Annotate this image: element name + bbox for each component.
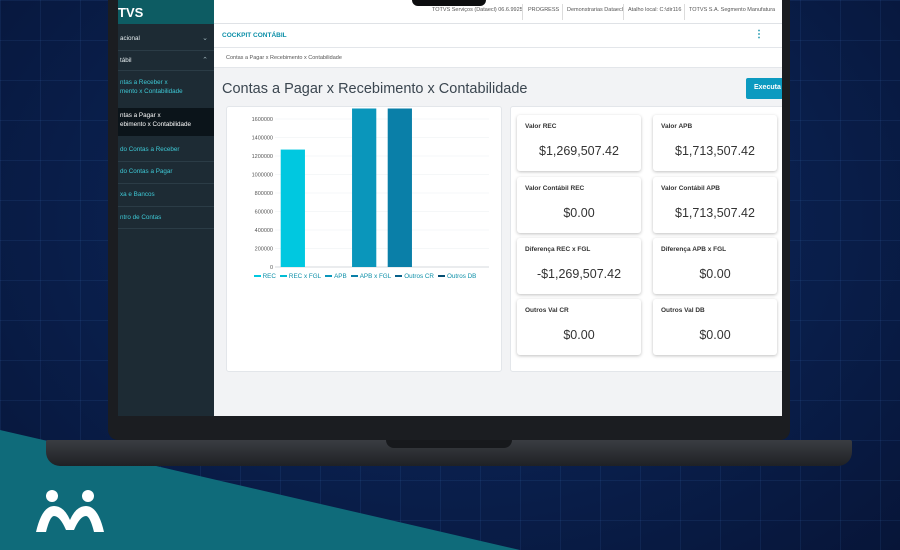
legend-item[interactable]: REC x FGL <box>279 273 321 280</box>
sidebar-item-contas-pagar[interactable]: ntas a Pagar x ebimento x Contabilidade <box>118 108 214 136</box>
metric-card: Valor Contábil REC $0.00 <box>517 177 641 233</box>
metric-label: Valor REC <box>525 123 557 130</box>
metric-value: $1,269,507.42 <box>539 144 619 158</box>
metric-label: Valor Contábil REC <box>525 185 585 192</box>
y-tick-label: 1000000 <box>252 173 273 179</box>
sidebar-item-operacional[interactable]: acional ⌄ <box>118 34 214 43</box>
metric-label: Diferença APB x FGL <box>661 246 727 253</box>
metric-label: Outros Val CR <box>525 307 569 314</box>
metric-value: -$1,269,507.42 <box>536 267 622 281</box>
metric-label: Outros Val DB <box>661 307 705 314</box>
status-shortcut: Atalho local: C:\dir116 <box>628 7 682 13</box>
y-tick-label: 1600000 <box>252 117 273 123</box>
sidebar: acional ⌄ tábil ⌃ ntas a Receber x mento… <box>118 24 214 416</box>
bar-rec[interactable] <box>280 149 305 267</box>
metric-card: Outros Val DB $0.00 <box>653 299 777 355</box>
metric-value: $0.00 <box>699 328 731 342</box>
sidebar-item-contas-receber[interactable]: ntas a Receber x mento x Contabilidade <box>118 78 214 106</box>
status-company: TOTVS Serviços (Dataecl) 06.6.9925 <box>432 7 523 13</box>
status-progress: PROGRESS <box>528 7 560 13</box>
chevron-down-icon: ⌄ <box>202 35 208 42</box>
sidebar-item-saldo-receber[interactable]: do Contas a Receber <box>118 145 214 154</box>
page-title: Contas a Pagar x Recebimento x Contabili… <box>222 81 528 97</box>
y-tick-label: 1400000 <box>252 136 273 142</box>
legend-item[interactable]: APB <box>325 273 347 280</box>
sidebar-item-saldo-pagar[interactable]: do Contas a Pagar <box>118 167 214 176</box>
breadcrumb-bar: Contas a Pagar x Recebimento x Contabili… <box>214 48 782 68</box>
legend-item[interactable]: Outros DB <box>437 273 476 280</box>
brand-logo-icon <box>36 490 104 532</box>
cockpit-title: COCKPIT CONTÁBIL <box>222 32 287 39</box>
y-tick-label: 1200000 <box>252 154 273 160</box>
y-tick-label: 200000 <box>255 247 273 253</box>
metric-card: Valor APB $1,713,507.42 <box>653 115 777 171</box>
webcam-notch <box>412 0 486 6</box>
cockpit-bar: COCKPIT CONTÁBIL ⋮ <box>214 24 782 48</box>
legend-item[interactable]: APB x FGL <box>350 273 391 280</box>
bar-apb[interactable] <box>352 108 377 267</box>
metric-card: Diferença APB x FGL $0.00 <box>653 238 777 294</box>
metric-value: $0.00 <box>563 206 595 220</box>
y-tick-label: 600000 <box>255 210 273 216</box>
y-tick-label: 0 <box>270 265 273 271</box>
execute-button[interactable]: Executa <box>746 78 782 99</box>
metric-value: $1,713,507.42 <box>675 144 755 158</box>
legend-item[interactable]: Outros CR <box>395 273 434 280</box>
metric-value: $0.00 <box>563 328 595 342</box>
breadcrumb[interactable]: Contas a Pagar x Recebimento x Contabili… <box>226 55 342 61</box>
status-database: Demonstrarias Dataecl <box>567 7 623 13</box>
legend-item[interactable]: REC <box>253 273 276 280</box>
y-tick-label: 400000 <box>255 228 273 234</box>
metric-label: Diferença REC x FGL <box>525 246 591 253</box>
chart-legend: REC REC x FGL APB APB x FGL Outros CR Outros … <box>227 273 503 280</box>
main-content: COCKPIT CONTÁBIL ⋮ Contas a Pagar x Rece… <box>214 24 782 416</box>
metric-card: Outros Val CR $0.00 <box>517 299 641 355</box>
sidebar-item-contabil[interactable]: tábil ⌃ <box>118 56 214 65</box>
y-tick-label: 800000 <box>255 191 273 197</box>
metric-label: Valor Contábil APB <box>661 185 720 192</box>
bar-chart: 0 200000 400000 600000 800000 1000000 1200000 1… <box>252 108 489 271</box>
metric-value: $0.00 <box>699 267 731 281</box>
sidebar-item-caixa-bancos[interactable]: xa e Bancos <box>118 190 214 199</box>
metric-value: $1,713,507.42 <box>675 206 755 220</box>
metric-card: Diferença REC x FGL -$1,269,507.42 <box>517 238 641 294</box>
more-options-icon[interactable]: ⋮ <box>754 29 764 40</box>
metric-label: Valor APB <box>661 123 693 130</box>
brand-logo[interactable]: TVS <box>118 0 214 24</box>
bar-apb-x-fgl[interactable] <box>387 108 412 267</box>
laptop-base <box>46 440 852 466</box>
chevron-up-icon: ⌃ <box>202 57 208 64</box>
chart-card: 0 200000 400000 600000 800000 1000000 1200000 1… <box>226 106 502 372</box>
metric-card: Valor REC $1,269,507.42 <box>517 115 641 171</box>
status-segment: TOTVS S.A. Segmento Manufatura <box>689 7 776 13</box>
sidebar-item-centro-contas[interactable]: ntro de Contas <box>118 213 214 222</box>
metrics-card: Valor REC $1,269,507.42 Valor APB $1,713… <box>510 106 782 372</box>
metric-card: Valor Contábil APB $1,713,507.42 <box>653 177 777 233</box>
app-screen: TVS TOTVS Serviços (Dataecl) 06.6.9925 P… <box>118 0 782 416</box>
